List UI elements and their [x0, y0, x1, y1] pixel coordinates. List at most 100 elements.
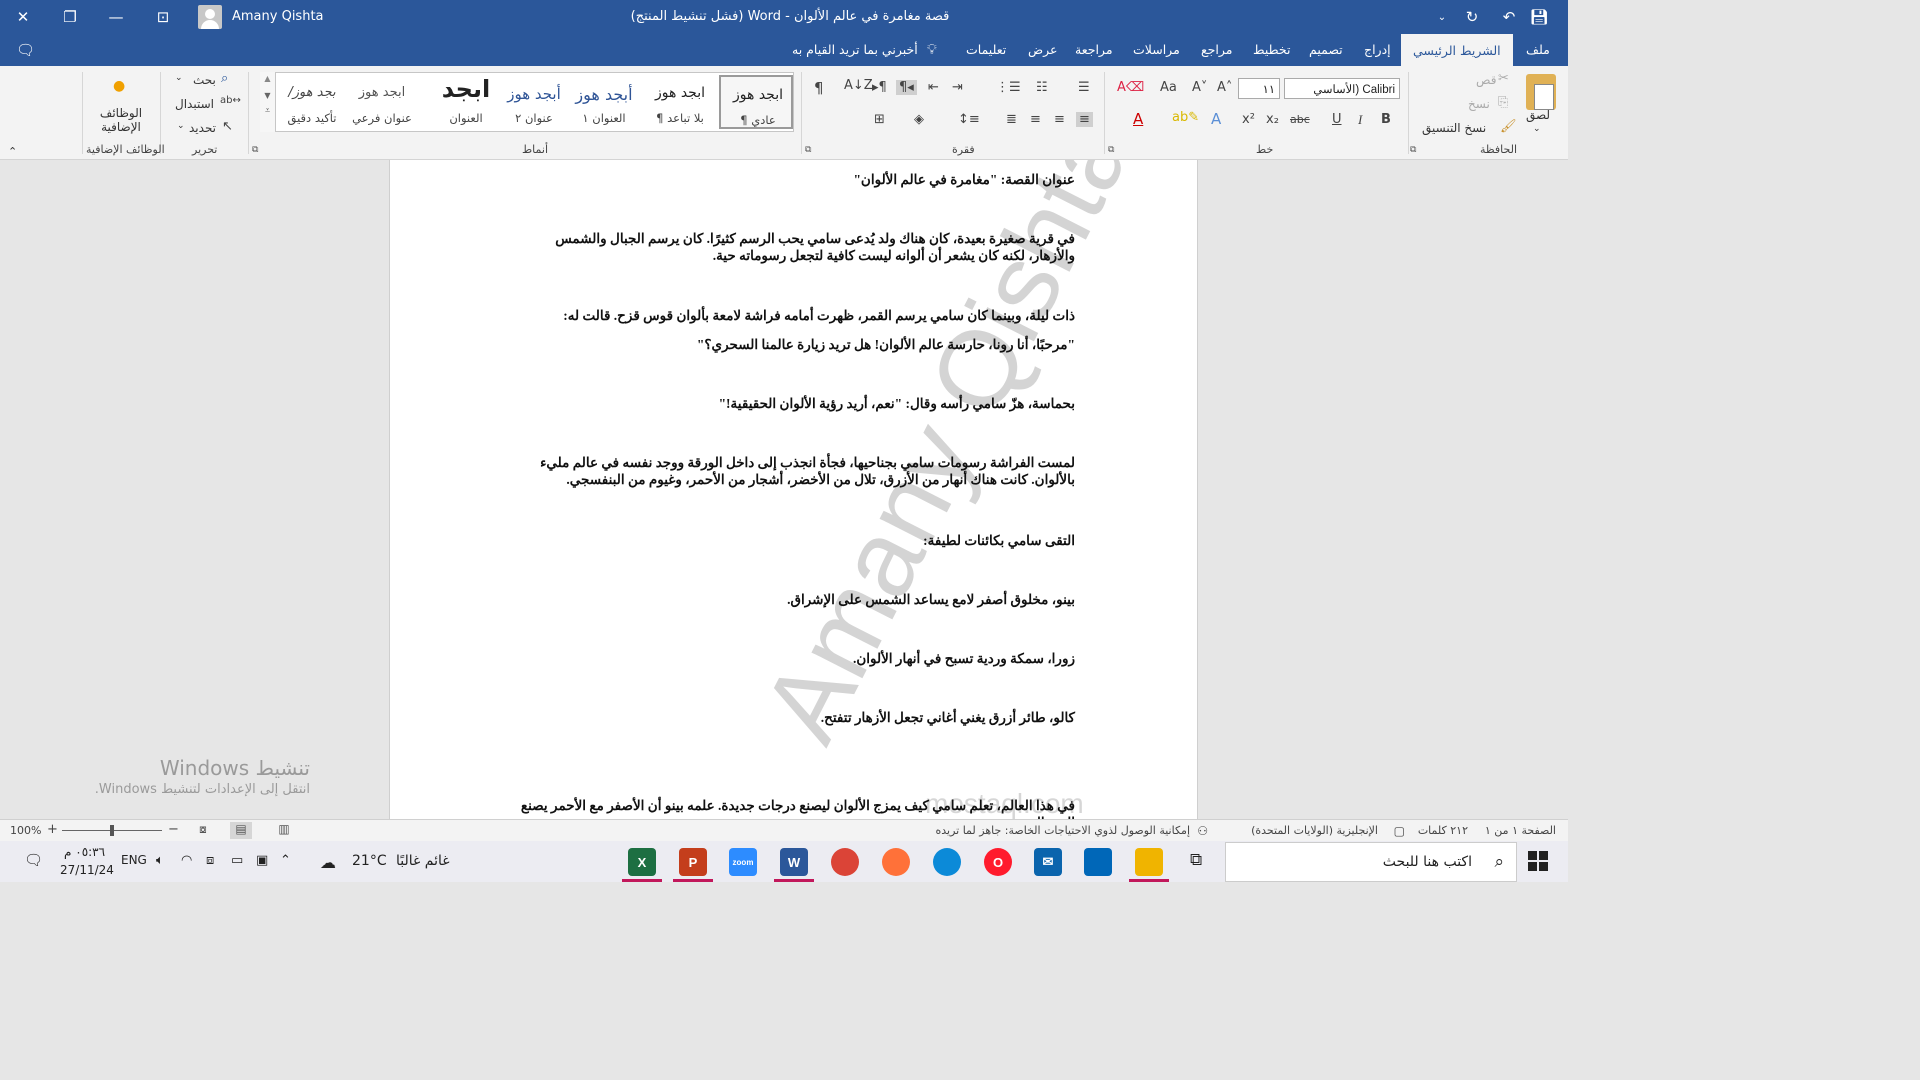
proofing-icon[interactable]: ▢ — [1394, 824, 1405, 838]
redo-icon[interactable]: ↻ — [1460, 5, 1484, 29]
meet-now-icon[interactable]: ▣ — [256, 853, 268, 868]
tab-insert[interactable]: إدراج — [1364, 42, 1391, 57]
font-color-icon[interactable]: A — [1133, 110, 1143, 128]
superscript-icon[interactable]: x² — [1242, 112, 1255, 127]
styles-launcher-icon[interactable]: ⧉ — [252, 145, 258, 155]
print-layout-icon[interactable]: ▤ — [230, 822, 252, 839]
underline-icon[interactable]: U — [1332, 112, 1342, 127]
volume-icon[interactable]: 🔈︎ — [156, 853, 164, 868]
undo-icon[interactable]: ↶ — [1497, 5, 1521, 29]
weather-icon[interactable]: ☁ — [320, 853, 336, 872]
paragraph-launcher-icon[interactable]: ⧉ — [805, 145, 811, 155]
clipboard-launcher-icon[interactable]: ⧉ — [1410, 145, 1416, 155]
paragraph[interactable]: التقى سامي بكائنات لطيفة: — [510, 532, 1075, 549]
tab-references[interactable]: مراجع — [1201, 42, 1232, 57]
input-language[interactable]: ENG — [121, 853, 147, 867]
copy-icon[interactable]: ⎘ — [1498, 95, 1508, 110]
align-right-icon[interactable]: ≡ — [1076, 112, 1093, 127]
show-marks-icon[interactable]: ¶ — [814, 79, 824, 97]
paste-dropdown-icon[interactable]: ⌄ — [1533, 124, 1541, 134]
tab-view[interactable]: عرض — [1028, 42, 1057, 57]
paragraph[interactable]: بحماسة، هزّ سامي رأسه وقال: "نعم، أريد ر… — [510, 395, 1075, 412]
zoom-out-icon[interactable]: − — [168, 822, 179, 837]
style-subtitle[interactable]: ابجد هوز عنوان فرعي — [345, 75, 419, 129]
clock-date[interactable]: 27/11/24 — [60, 863, 114, 877]
styles-more-icon[interactable]: ⩡ — [260, 106, 275, 116]
weather-temperature[interactable]: 21°C — [352, 853, 387, 869]
taskbar-app-chrome[interactable] — [831, 848, 859, 876]
line-spacing-icon[interactable]: ↕≡ — [958, 112, 980, 127]
taskbar-app-edge[interactable] — [933, 848, 961, 876]
focus-mode-icon[interactable]: ⧇ — [192, 822, 214, 839]
grow-font-icon[interactable]: A˄ — [1217, 80, 1232, 95]
taskbar-search[interactable]: ⌕ اكتب هنا للبحث — [1225, 842, 1517, 882]
rtl-direction-icon[interactable]: ¶◂ — [896, 80, 917, 95]
ribbon-display-options-icon[interactable]: ⊡ — [151, 5, 175, 29]
decrease-indent-icon[interactable]: ⇤ — [928, 80, 939, 95]
font-size-box[interactable]: ١١ — [1238, 78, 1280, 99]
paragraph[interactable]: في هذا العالم، تعلم سامي كيف يمزج الألوا… — [510, 797, 1075, 819]
windows-start-button[interactable] — [1528, 851, 1548, 871]
collapse-ribbon-icon[interactable]: ⌃ — [8, 145, 17, 158]
italic-icon[interactable]: I — [1358, 112, 1362, 128]
paragraph[interactable]: "مرحبًا، أنا رونا، حارسة عالم الألوان! ه… — [510, 336, 1075, 353]
taskbar-app-zoom[interactable]: zoom — [729, 848, 757, 876]
ltr-direction-icon[interactable]: ▸¶ — [872, 80, 887, 95]
bold-icon[interactable]: B — [1381, 112, 1391, 127]
paragraph[interactable]: ذات ليلة، وبينما كان سامي يرسم القمر، ظه… — [510, 307, 1075, 324]
select-button[interactable]: تحديد — [189, 121, 216, 135]
cut-icon[interactable]: ✂ — [1498, 71, 1509, 86]
style-heading-1[interactable]: أبجد هوز العنوان ١ — [567, 75, 641, 129]
document-page[interactable]: Amany Qishta mostaql.com عنوان القصة: "م… — [389, 160, 1198, 819]
lightbulb-icon[interactable]: 💡︎ — [927, 42, 937, 58]
format-painter-button[interactable]: نسخ التنسيق — [1422, 121, 1486, 135]
shading-icon[interactable]: ◈ — [914, 112, 924, 127]
minimize-icon[interactable]: — — [104, 5, 128, 29]
story-title[interactable]: عنوان القصة: "مغامرة في عالم الألوان" — [510, 171, 1075, 188]
tab-design[interactable]: تصميم — [1309, 42, 1343, 57]
font-launcher-icon[interactable]: ⧉ — [1108, 145, 1114, 155]
paste-icon[interactable] — [1526, 74, 1556, 110]
select-cursor-icon[interactable]: ↖ — [222, 119, 233, 134]
multilevel-list-icon[interactable]: ⋮☰ — [996, 80, 1021, 95]
tell-me-search[interactable]: أخبرني بما تريد القيام به — [792, 42, 918, 57]
taskbar-app-excel[interactable]: X — [628, 848, 656, 876]
numbering-icon[interactable]: ☷ — [1036, 80, 1048, 95]
tab-file[interactable]: ملف — [1526, 42, 1550, 57]
zoom-slider-thumb[interactable] — [110, 825, 114, 836]
replace-button[interactable]: استبدال — [175, 97, 214, 111]
read-mode-icon[interactable]: ▥ — [273, 822, 295, 839]
notifications-icon[interactable]: 🗨︎ — [24, 851, 43, 869]
paragraph[interactable]: لمست الفراشة رسومات سامي بجناحيها، فجأة … — [510, 454, 1075, 488]
strikethrough-icon[interactable]: abc — [1290, 113, 1310, 126]
select-dropdown-icon[interactable]: ⌄ — [177, 121, 185, 131]
taskbar-app-powerpoint[interactable]: P — [679, 848, 707, 876]
accessibility-icon[interactable]: ⚇ — [1197, 824, 1208, 838]
style-normal[interactable]: ابجد هوز ¶ عادي — [719, 75, 793, 129]
shrink-font-icon[interactable]: A˅ — [1192, 80, 1207, 95]
clock-time[interactable]: ٠٥:٣٦ م — [64, 845, 105, 859]
sort-icon[interactable]: A↓Z — [844, 78, 873, 93]
addins-button[interactable]: الوظائف الإضافية — [96, 106, 146, 134]
format-painter-icon[interactable]: 🖌︎ — [1500, 119, 1517, 134]
style-title[interactable]: ابجد العنوان — [429, 75, 503, 129]
screen-icon[interactable]: ⧈ — [206, 853, 214, 868]
close-icon[interactable]: ✕ — [11, 5, 35, 29]
tab-home[interactable]: الشريط الرئيسي — [1401, 34, 1513, 66]
taskbar-app-store[interactable] — [1084, 848, 1112, 876]
network-icon[interactable]: ◠ — [181, 853, 192, 868]
cut-button[interactable]: قص — [1476, 73, 1496, 87]
highlight-icon[interactable]: ab✎ — [1172, 110, 1199, 125]
tab-review[interactable]: مراجعة — [1075, 42, 1113, 57]
scroll-up-icon[interactable]: ▲ — [260, 74, 275, 83]
avatar[interactable] — [198, 5, 222, 29]
copy-button[interactable]: نسخ — [1468, 97, 1490, 111]
paragraph[interactable]: كالو، طائر أزرق يغني أغاني تجعل الأزهار … — [510, 709, 1075, 726]
language-status[interactable]: الإنجليزية (الولايات المتحدة) — [1251, 824, 1378, 837]
borders-icon[interactable]: ⊞ — [874, 112, 885, 127]
paragraph[interactable]: زورا، سمكة وردية تسبح في أنهار الألوان. — [510, 650, 1075, 667]
subscript-icon[interactable]: x₂ — [1266, 112, 1279, 127]
style-subtle-emphasis[interactable]: /بجد هوز تأكيد دقيق — [275, 75, 349, 129]
user-name[interactable]: Amany Qishta — [232, 9, 324, 24]
taskbar-app-opera[interactable]: O — [984, 848, 1012, 876]
